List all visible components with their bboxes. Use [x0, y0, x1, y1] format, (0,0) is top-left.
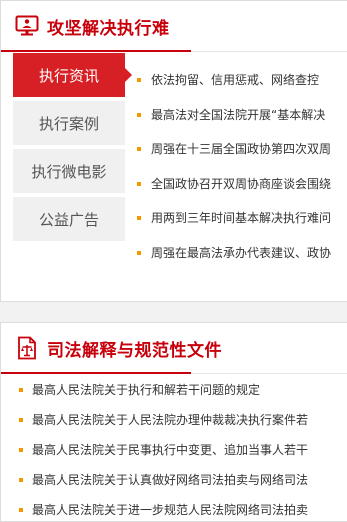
news-item[interactable]: 用两到三年时间基本解决执行难问: [137, 201, 347, 236]
bullet-icon: [19, 448, 23, 452]
tab-enforcement-news[interactable]: 执行资讯: [13, 53, 132, 97]
doc-item-text[interactable]: 最高人民法院关于人民法院办理仲裁裁决执行案件若: [32, 405, 308, 435]
bullet-icon: [19, 418, 23, 422]
monitor-person-icon: [15, 14, 39, 38]
tab-public-ads[interactable]: 公益广告: [13, 197, 125, 241]
news-item[interactable]: 周强在最高法承办代表建议、政协: [137, 236, 347, 271]
doc-item[interactable]: 最高人民法院关于人民法院办理仲裁裁决执行案件若: [1, 405, 347, 435]
bullet-icon: [137, 78, 141, 83]
news-item-text[interactable]: 周强在十三届全国政协第四次双周: [151, 132, 331, 167]
doc-item[interactable]: 最高人民法院关于进一步规范人民法院网络司法拍卖: [1, 495, 347, 521]
news-item[interactable]: 全国政协召开双周协商座谈会围绕: [137, 167, 347, 202]
enforcement-tabs: 执行资讯 执行案例 执行微电影 公益广告: [13, 53, 132, 245]
news-item[interactable]: 依法拘留、信用惩戒、网络查控: [137, 63, 347, 98]
news-item[interactable]: 最高法对全国法院开展“基本解决: [137, 98, 347, 133]
bullet-icon: [19, 388, 23, 392]
enforcement-panel: 攻坚解决执行难 执行资讯 执行案例 执行微电影 公益广告 依法拘留、信用惩戒、网…: [0, 0, 347, 302]
news-item-text[interactable]: 依法拘留、信用惩戒、网络查控: [151, 63, 319, 98]
bullet-icon: [137, 181, 141, 186]
tab-enforcement-cases[interactable]: 执行案例: [13, 101, 125, 145]
bullet-icon: [137, 250, 141, 255]
bullet-icon: [137, 112, 141, 117]
bullet-icon: [137, 147, 141, 152]
doc-item[interactable]: 最高人民法院关于民事执行中变更、追加当事人若干: [1, 435, 347, 465]
doc-item[interactable]: 最高人民法院关于认真做好网络司法拍卖与网络司法: [1, 465, 347, 495]
doc-item-text[interactable]: 最高人民法院关于进一步规范人民法院网络司法拍卖: [32, 495, 308, 521]
enforcement-header: 攻坚解决执行难: [1, 1, 347, 52]
doc-item-text[interactable]: 最高人民法院关于执行和解若干问题的规定: [32, 375, 260, 405]
bullet-icon: [19, 508, 23, 512]
news-item[interactable]: 周强在十三届全国政协第四次双周: [137, 132, 347, 167]
enforcement-news-list: 依法拘留、信用惩戒、网络查控 最高法对全国法院开展“基本解决 周强在十三届全国政…: [137, 63, 347, 270]
bullet-icon: [137, 216, 141, 221]
judicial-title: 司法解释与规范性文件: [47, 340, 222, 361]
judicial-doc-list: 最高人民法院关于执行和解若干问题的规定 最高人民法院关于人民法院办理仲裁裁决执行…: [1, 375, 347, 521]
judicial-panel: 司法解释与规范性文件 最高人民法院关于执行和解若干问题的规定 最高人民法院关于人…: [0, 322, 347, 522]
bullet-icon: [19, 478, 23, 482]
document-scales-icon: [15, 336, 39, 360]
news-item-text[interactable]: 用两到三年时间基本解决执行难问: [151, 201, 331, 236]
judicial-header: 司法解释与规范性文件: [1, 323, 347, 374]
enforcement-title: 攻坚解决执行难: [47, 18, 170, 39]
tab-enforcement-films[interactable]: 执行微电影: [13, 149, 125, 193]
doc-item-text[interactable]: 最高人民法院关于民事执行中变更、追加当事人若干: [32, 435, 308, 465]
news-item-text[interactable]: 全国政协召开双周协商座谈会围绕: [151, 167, 331, 202]
news-item-text[interactable]: 周强在最高法承办代表建议、政协: [151, 236, 331, 271]
news-item-text[interactable]: 最高法对全国法院开展“基本解决: [151, 98, 325, 133]
doc-item-text[interactable]: 最高人民法院关于认真做好网络司法拍卖与网络司法: [32, 465, 308, 495]
doc-item[interactable]: 最高人民法院关于执行和解若干问题的规定: [1, 375, 347, 405]
